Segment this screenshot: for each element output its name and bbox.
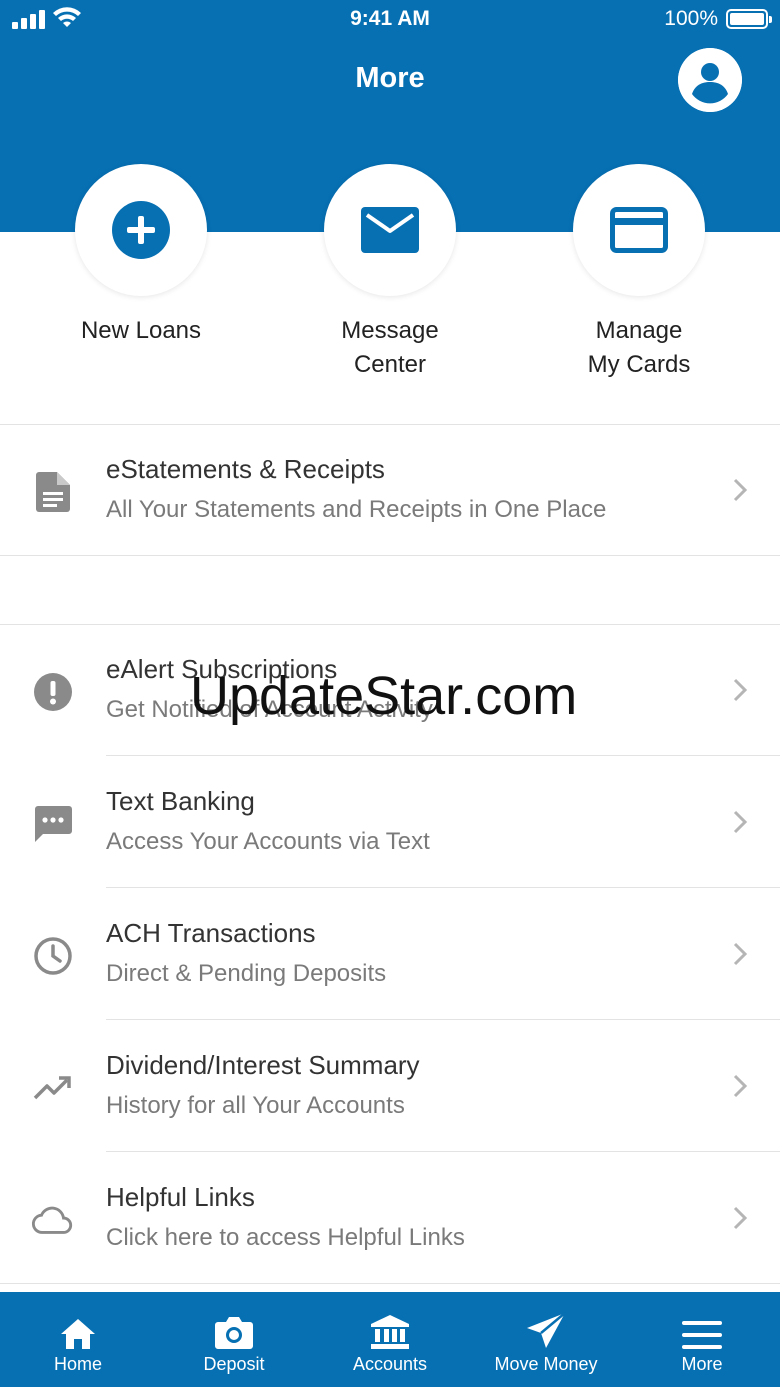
tab-home[interactable]: Home <box>0 1292 156 1387</box>
chevron-right-icon <box>733 1206 748 1230</box>
chevron-right-icon <box>733 942 748 966</box>
tab-label: Move Money <box>494 1354 598 1374</box>
envelope-icon <box>361 207 419 253</box>
trending-up-icon <box>31 1066 75 1110</box>
quick-actions: New Loans Message Center Manage My Cards <box>0 164 780 424</box>
menu-item-subtitle: Direct & Pending Deposits <box>106 960 387 987</box>
credit-card-icon <box>610 207 668 253</box>
tab-more[interactable]: More <box>624 1292 780 1387</box>
manage-cards-circle[interactable] <box>573 164 705 296</box>
message-center-label: Message Center <box>341 317 439 378</box>
status-bar: 9:41 AM 100% <box>0 0 780 40</box>
clock-icon <box>31 934 75 978</box>
menu-icon <box>682 1321 722 1349</box>
battery-percent: 100% <box>664 7 718 30</box>
document-icon <box>31 470 75 514</box>
page-title: More <box>355 62 425 94</box>
chevron-right-icon <box>733 678 748 702</box>
manage-cards-label: Manage My Cards <box>587 317 691 378</box>
tab-deposit[interactable]: Deposit <box>156 1292 312 1387</box>
divider <box>0 1283 780 1284</box>
menu-item-helpful-links[interactable]: Helpful Links Click here to access Helpf… <box>0 1152 780 1284</box>
status-time: 9:41 AM <box>350 7 430 30</box>
manage-cards-button[interactable]: Manage My Cards <box>514 164 764 382</box>
menu-item-dividend-summary[interactable]: Dividend/Interest Summary History for al… <box>0 1020 780 1152</box>
tab-label: Deposit <box>203 1354 265 1374</box>
new-loans-label: New Loans <box>80 317 202 344</box>
tab-label: Accounts <box>352 1354 428 1374</box>
battery-icon <box>726 9 772 29</box>
menu-item-subtitle: Access Your Accounts via Text <box>106 828 430 855</box>
tab-move-money[interactable]: Move Money <box>468 1292 624 1387</box>
menu-item-title: Dividend/Interest Summary <box>106 1050 420 1080</box>
menu-item-text-banking[interactable]: Text Banking Access Your Accounts via Te… <box>0 756 780 888</box>
bottom-tab-bar: Home Deposit Accounts Move Money More <box>0 1286 780 1387</box>
new-loans-button[interactable]: New Loans <box>16 164 266 348</box>
section-gap <box>0 556 780 624</box>
tab-label: More <box>681 1354 723 1374</box>
menu-item-ach-transactions[interactable]: ACH Transactions Direct & Pending Deposi… <box>0 888 780 1020</box>
menu-item-subtitle: Click here to access Helpful Links <box>106 1224 465 1251</box>
menu-item-estatements[interactable]: eStatements & Receipts All Your Statemen… <box>0 424 780 556</box>
chevron-right-icon <box>733 810 748 834</box>
cloud-icon <box>31 1198 75 1242</box>
plus-circle-icon <box>112 201 170 259</box>
menu-item-ealert[interactable]: eAlert Subscriptions Get Notified of Acc… <box>0 624 780 756</box>
user-avatar-icon <box>678 48 742 112</box>
menu-item-title: Text Banking <box>106 786 255 816</box>
send-icon <box>527 1312 566 1348</box>
menu-item-subtitle: History for all Your Accounts <box>106 1092 405 1119</box>
bank-icon <box>371 1315 409 1349</box>
chevron-right-icon <box>733 1074 748 1098</box>
message-center-circle[interactable] <box>324 164 456 296</box>
camera-icon <box>215 1317 253 1349</box>
tab-label: Home <box>53 1354 102 1374</box>
profile-button[interactable] <box>678 48 742 112</box>
menu-item-title: eAlert Subscriptions <box>106 654 338 684</box>
message-center-button[interactable]: Message Center <box>265 164 515 382</box>
alert-icon <box>31 670 75 714</box>
chevron-right-icon <box>733 478 748 502</box>
menu-item-title: eStatements & Receipts <box>106 454 385 484</box>
menu-item-subtitle: Get Notified of Account Activity <box>106 696 433 723</box>
menu-item-title: Helpful Links <box>106 1182 255 1212</box>
chat-icon <box>31 802 75 846</box>
tab-accounts[interactable]: Accounts <box>312 1292 468 1387</box>
menu-item-subtitle: All Your Statements and Receipts in One … <box>106 496 607 523</box>
menu-item-title: ACH Transactions <box>106 918 316 948</box>
new-loans-circle[interactable] <box>75 164 207 296</box>
home-icon <box>61 1319 95 1349</box>
